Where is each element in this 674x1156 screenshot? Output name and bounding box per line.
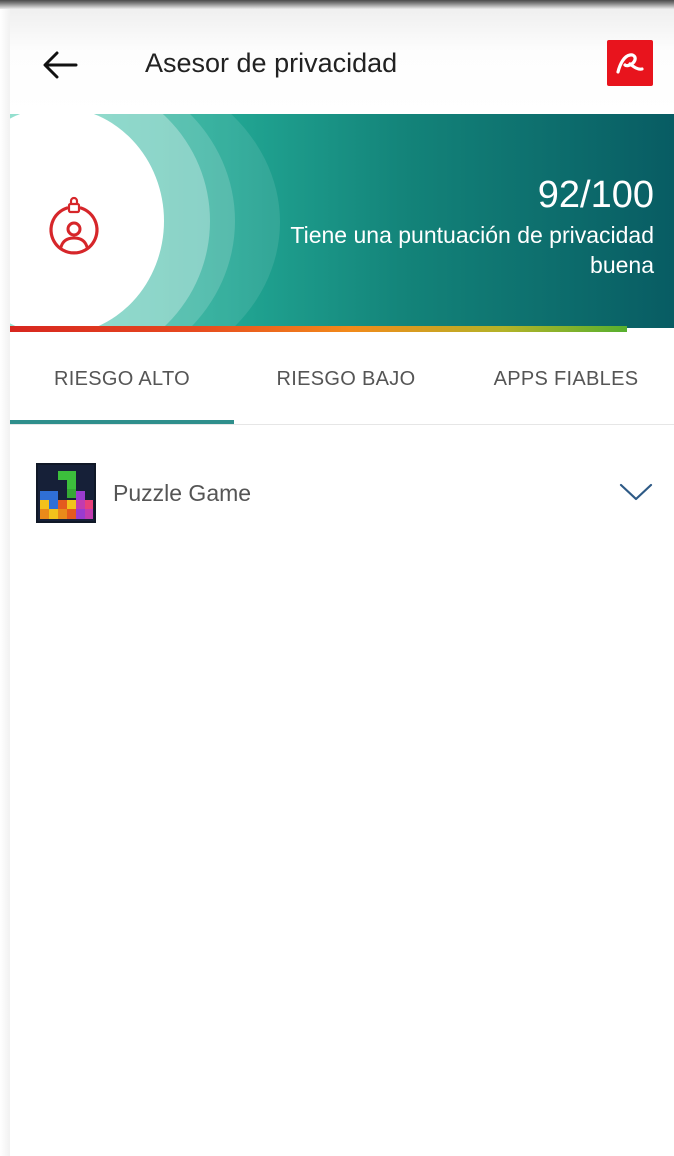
app-bar: Asesor de privacidad <box>10 9 674 114</box>
list-item[interactable]: Puzzle Game <box>10 446 674 538</box>
puzzle-game-icon <box>36 463 96 523</box>
chevron-down-icon[interactable] <box>618 480 654 504</box>
avira-logo-icon <box>607 40 653 86</box>
back-button[interactable] <box>38 43 82 87</box>
privacy-score-banner: 92/100 Tiene una puntuación de privacida… <box>10 114 674 328</box>
risk-gradient-bar <box>10 326 627 332</box>
tab-riesgo-alto[interactable]: RIESGO ALTO <box>10 334 234 424</box>
privacy-lock-user-icon <box>49 196 99 255</box>
status-divider <box>0 0 674 9</box>
page-title: Asesor de privacidad <box>145 48 398 78</box>
app-name: Puzzle Game <box>113 480 252 506</box>
privacy-score: 92/100 <box>537 174 654 216</box>
privacy-advisor-screen: Asesor de privacidad 92/100 Tiene una pu… <box>0 0 674 1156</box>
left-edge-shadow <box>0 0 10 1156</box>
arrow-left-icon <box>43 51 78 79</box>
tab-riesgo-bajo[interactable]: RIESGO BAJO <box>234 334 458 424</box>
tab-selected-indicator <box>10 420 234 424</box>
risk-tabs: RIESGO ALTO RIESGO BAJO APPS FIABLES <box>10 334 674 425</box>
tab-apps-fiables[interactable]: APPS FIABLES <box>458 334 674 424</box>
privacy-score-description: Tiene una puntuación de privacidad buena <box>290 222 654 278</box>
